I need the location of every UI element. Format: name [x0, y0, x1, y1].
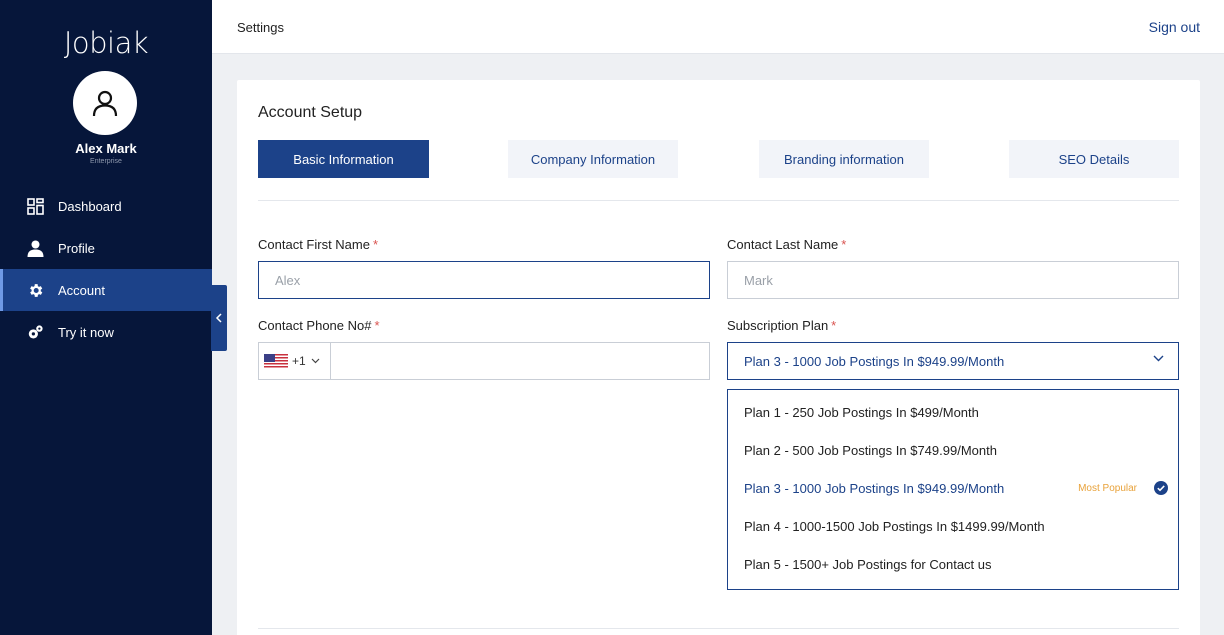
- required-marker: *: [831, 318, 837, 333]
- phone-input[interactable]: [331, 343, 709, 379]
- tab-company-information[interactable]: Company Information: [508, 140, 678, 178]
- subscription-plan-select[interactable]: Plan 3 - 1000 Job Postings In $949.99/Mo…: [727, 342, 1179, 380]
- tab-seo-details[interactable]: SEO Details: [1009, 140, 1179, 178]
- sidebar-collapse-button[interactable]: [211, 285, 227, 351]
- sidebar-item-label: Account: [58, 282, 105, 298]
- tab-branding-information[interactable]: Branding information: [759, 140, 929, 178]
- plan-option-label: Plan 1 - 250 Job Postings In $499/Month: [744, 404, 979, 420]
- chevron-left-icon: [215, 313, 222, 323]
- last-name-label-text: Contact Last Name: [727, 237, 839, 252]
- country-code: +1: [292, 354, 306, 368]
- top-bar: Settings Sign out: [212, 0, 1224, 54]
- chevron-down-icon: [1153, 355, 1164, 362]
- country-code-select[interactable]: +1: [259, 343, 331, 379]
- gears-icon: [26, 323, 44, 341]
- phone-label: Contact Phone No# *: [258, 318, 380, 333]
- chevron-down-icon: [311, 358, 320, 364]
- sidebar-item-dashboard[interactable]: Dashboard: [0, 185, 212, 227]
- required-marker: *: [372, 237, 379, 252]
- last-name-input[interactable]: [727, 261, 1179, 299]
- person-icon: [26, 239, 44, 257]
- page-title: Settings: [237, 20, 284, 35]
- plan-option-label: Plan 4 - 1000-1500 Job Postings In $1499…: [744, 518, 1045, 534]
- sidebar-item-account[interactable]: Account: [0, 269, 212, 311]
- sidebar-item-profile[interactable]: Profile: [0, 227, 212, 269]
- plan-option-label: Plan 3 - 1000 Job Postings In $949.99/Mo…: [744, 480, 1005, 496]
- phone-field: +1: [258, 342, 710, 380]
- sidebar: Jobiak Alex Mark Enterprise Dashboard Pr…: [0, 0, 212, 635]
- user-name: Alex Mark: [75, 141, 137, 156]
- sign-out-link[interactable]: Sign out: [1149, 19, 1200, 35]
- sidebar-item-label: Profile: [58, 240, 95, 256]
- first-name-input[interactable]: [258, 261, 710, 299]
- most-popular-badge: Most Popular: [1078, 482, 1137, 494]
- user-icon: [92, 90, 118, 117]
- sidebar-item-label: Dashboard: [58, 198, 122, 214]
- dashboard-icon: [26, 197, 44, 215]
- sidebar-item-try-it-now[interactable]: Try it now: [0, 311, 212, 353]
- plan-option-4[interactable]: Plan 4 - 1000-1500 Job Postings In $1499…: [728, 507, 1178, 545]
- card-title: Account Setup: [258, 104, 363, 121]
- sidebar-item-label: Try it now: [58, 324, 114, 340]
- plan-option-3[interactable]: Plan 3 - 1000 Job Postings In $949.99/Mo…: [728, 469, 1178, 507]
- tab-basic-information[interactable]: Basic Information: [258, 140, 429, 178]
- subscription-plan-label-text: Subscription Plan: [727, 318, 829, 333]
- last-name-label: Contact Last Name *: [727, 237, 846, 252]
- first-name-label-text: Contact First Name: [258, 237, 370, 252]
- phone-label-text: Contact Phone No#: [258, 318, 372, 333]
- plan-option-2[interactable]: Plan 2 - 500 Job Postings In $749.99/Mon…: [728, 431, 1178, 469]
- subscription-plan-dropdown: Plan 1 - 250 Job Postings In $499/Month …: [727, 389, 1179, 590]
- subscription-plan-label: Subscription Plan *: [727, 318, 836, 333]
- required-marker: *: [841, 237, 847, 252]
- required-marker: *: [374, 318, 380, 333]
- us-flag-icon: [264, 353, 288, 369]
- plan-option-label: Plan 2 - 500 Job Postings In $749.99/Mon…: [744, 442, 997, 458]
- plan-option-5[interactable]: Plan 5 - 1500+ Job Postings for Contact …: [728, 545, 1178, 583]
- divider: [258, 628, 1179, 629]
- avatar[interactable]: [73, 71, 137, 135]
- gear-icon: [26, 281, 44, 299]
- divider: [258, 200, 1179, 201]
- check-circle-icon: [1154, 481, 1168, 495]
- plan-option-1[interactable]: Plan 1 - 250 Job Postings In $499/Month: [728, 393, 1178, 431]
- account-setup-card: Account Setup Basic Information Company …: [237, 80, 1200, 635]
- sidebar-nav: Dashboard Profile Account Try it now: [0, 185, 212, 353]
- user-role: Enterprise: [90, 158, 122, 165]
- first-name-label: Contact First Name *: [258, 237, 378, 252]
- plan-option-label: Plan 5 - 1500+ Job Postings for Contact …: [744, 556, 992, 572]
- selected-plan: Plan 3 - 1000 Job Postings In $949.99/Mo…: [744, 353, 1005, 369]
- brand-logo[interactable]: Jobiak: [0, 26, 212, 60]
